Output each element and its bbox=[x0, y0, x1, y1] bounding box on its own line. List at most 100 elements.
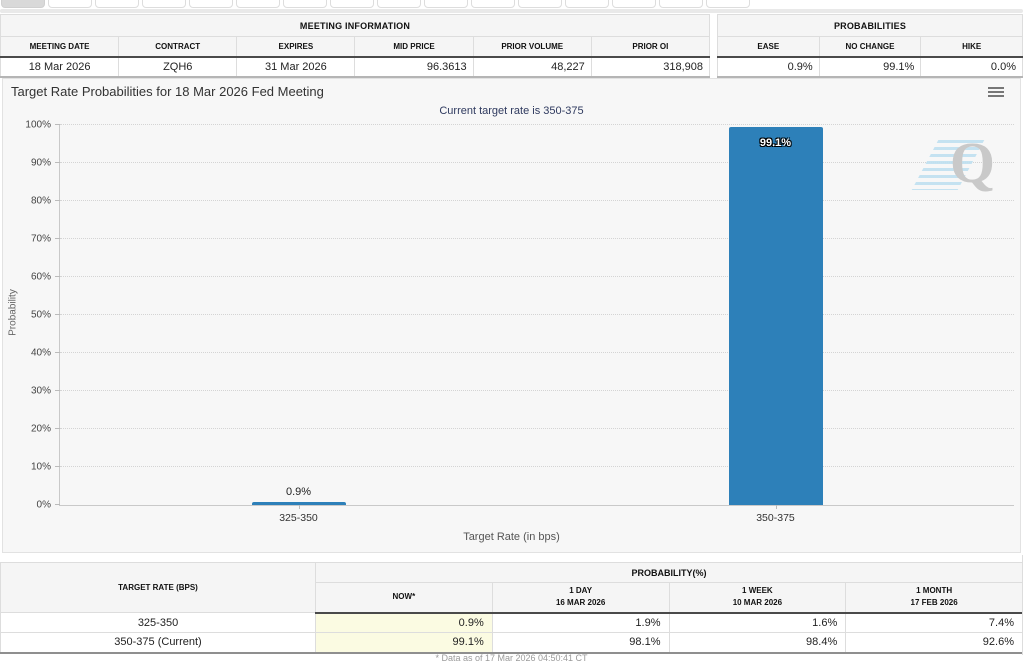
probabilities-value-cell: 0.9% bbox=[718, 57, 820, 77]
gridline bbox=[60, 466, 1014, 467]
top-info-tables: MEETING INFORMATIONMEETING DATECONTRACTE… bbox=[0, 14, 1023, 78]
meeting-info-value-cell: 18 Mar 2026 bbox=[1, 57, 119, 77]
y-axis-title: Probability bbox=[8, 263, 19, 363]
chart-menu-hamburger-icon[interactable] bbox=[988, 87, 1004, 99]
top-tab-strip bbox=[1, 0, 750, 9]
gridline bbox=[60, 352, 1014, 353]
meeting-information-table: MEETING INFORMATIONMEETING DATECONTRACTE… bbox=[0, 14, 710, 78]
fedwatch-chart-panel: Target Rate Probabilities for 18 Mar 202… bbox=[2, 78, 1021, 553]
meeting-info-value-cell: 318,908 bbox=[591, 57, 709, 77]
table-row: 350-375 (Current)99.1%98.1%98.4%92.6% bbox=[1, 633, 1023, 653]
x-tick-mark bbox=[299, 505, 300, 509]
y-tick-mark bbox=[55, 504, 60, 505]
meeting-info-group-header: MEETING INFORMATION bbox=[1, 15, 710, 37]
y-tick-mark bbox=[55, 200, 60, 201]
top-tab[interactable] bbox=[236, 0, 280, 8]
top-tab[interactable] bbox=[471, 0, 515, 8]
meeting-info-column-header: EXPIRES bbox=[237, 37, 355, 57]
probabilities-group-header: PROBABILITIES bbox=[718, 15, 1023, 37]
probabilities-value-cell: 99.1% bbox=[819, 57, 921, 77]
top-tab[interactable] bbox=[659, 0, 703, 8]
y-tick-mark bbox=[55, 162, 60, 163]
meeting-info-column-header: CONTRACT bbox=[119, 37, 237, 57]
y-tick-label: 10% bbox=[31, 462, 51, 473]
gridline bbox=[60, 276, 1014, 277]
probability-value-cell: 98.1% bbox=[492, 633, 669, 653]
probabilities-value-cell: 0.0% bbox=[921, 57, 1023, 77]
meeting-info-value-cell: ZQH6 bbox=[119, 57, 237, 77]
probabilities-column-header: EASE bbox=[718, 37, 820, 57]
y-tick-label: 30% bbox=[31, 386, 51, 397]
probability-column-header: 1 DAY16 MAR 2026 bbox=[492, 583, 669, 613]
y-tick-mark bbox=[55, 466, 60, 467]
y-tick-mark bbox=[55, 238, 60, 239]
meeting-info-value-cell: 96.3613 bbox=[355, 57, 473, 77]
top-tab[interactable] bbox=[424, 0, 468, 8]
gridline bbox=[60, 428, 1014, 429]
y-tick-label: 50% bbox=[31, 310, 51, 321]
gridline bbox=[60, 314, 1014, 315]
meeting-info-column-header: PRIOR VOLUME bbox=[473, 37, 591, 57]
x-category-label: 350-375 bbox=[716, 512, 836, 524]
table-row: 325-3500.9%1.9%1.6%7.4% bbox=[1, 613, 1023, 633]
x-tick-mark bbox=[776, 505, 777, 509]
y-tick-mark bbox=[55, 352, 60, 353]
probability-group-header: PROBABILITY(%) bbox=[316, 563, 1023, 583]
top-tab[interactable] bbox=[1, 0, 45, 8]
meeting-info-value-cell: 48,227 bbox=[473, 57, 591, 77]
top-tab[interactable] bbox=[518, 0, 562, 8]
x-category-label: 325-350 bbox=[239, 512, 359, 524]
meeting-info-value-cell: 31 Mar 2026 bbox=[237, 57, 355, 77]
probability-value-cell: 0.9% bbox=[316, 613, 493, 633]
probability-history-table: TARGET RATE (BPS)PROBABILITY(%)NOW*1 DAY… bbox=[0, 562, 1023, 654]
bar-value-label: 99.1% bbox=[729, 137, 823, 149]
probability-value-cell: 1.9% bbox=[492, 613, 669, 633]
watermark-q-letter: Q bbox=[950, 134, 995, 192]
meeting-info-column-header: MID PRICE bbox=[355, 37, 473, 57]
top-tab[interactable] bbox=[142, 0, 186, 8]
probabilities-column-header: HIKE bbox=[921, 37, 1023, 57]
target-rate-cell: 325-350 bbox=[1, 613, 316, 633]
y-tick-label: 80% bbox=[31, 196, 51, 207]
probability-value-cell: 1.6% bbox=[669, 613, 846, 633]
probability-value-cell: 7.4% bbox=[846, 613, 1023, 633]
top-tab[interactable] bbox=[330, 0, 374, 8]
y-tick-label: 90% bbox=[31, 158, 51, 169]
gridline bbox=[60, 124, 1014, 125]
probability-bar[interactable] bbox=[729, 127, 823, 505]
top-tab[interactable] bbox=[48, 0, 92, 8]
target-rate-cell: 350-375 (Current) bbox=[1, 633, 316, 653]
y-tick-mark bbox=[55, 428, 60, 429]
top-tab[interactable] bbox=[706, 0, 750, 8]
y-tick-label: 70% bbox=[31, 234, 51, 245]
x-axis-title: Target Rate (in bps) bbox=[3, 531, 1020, 543]
gridline bbox=[60, 200, 1014, 201]
probability-column-header: NOW* bbox=[316, 583, 493, 613]
top-tab[interactable] bbox=[189, 0, 233, 8]
tab-strip-separator bbox=[0, 9, 1023, 13]
chart-title: Target Rate Probabilities for 18 Mar 202… bbox=[11, 84, 324, 99]
top-tab[interactable] bbox=[283, 0, 327, 8]
gridline bbox=[60, 238, 1014, 239]
chart-subtitle: Current target rate is 350-375 bbox=[3, 105, 1020, 117]
y-tick-mark bbox=[55, 124, 60, 125]
probability-column-header: 1 MONTH17 FEB 2026 bbox=[846, 583, 1023, 613]
top-tab[interactable] bbox=[565, 0, 609, 8]
gridline bbox=[60, 390, 1014, 391]
y-tick-label: 60% bbox=[31, 272, 51, 283]
data-asof-footnote: * Data as of 17 Mar 2026 04:50:41 CT bbox=[0, 653, 1023, 663]
probabilities-column-header: NO CHANGE bbox=[819, 37, 921, 57]
top-tab[interactable] bbox=[612, 0, 656, 8]
meeting-info-column-header: MEETING DATE bbox=[1, 37, 119, 57]
probabilities-table: PROBABILITIESEASENO CHANGEHIKE 0.9%99.1%0… bbox=[717, 14, 1023, 78]
top-tab[interactable] bbox=[95, 0, 139, 8]
quikstrike-watermark-logo: Q bbox=[925, 134, 995, 196]
y-tick-label: 100% bbox=[25, 120, 51, 131]
y-tick-mark bbox=[55, 276, 60, 277]
gridline bbox=[60, 162, 1014, 163]
top-tab[interactable] bbox=[377, 0, 421, 8]
target-rate-header: TARGET RATE (BPS) bbox=[1, 563, 316, 613]
y-tick-label: 40% bbox=[31, 348, 51, 359]
y-tick-mark bbox=[55, 390, 60, 391]
y-tick-label: 20% bbox=[31, 424, 51, 435]
